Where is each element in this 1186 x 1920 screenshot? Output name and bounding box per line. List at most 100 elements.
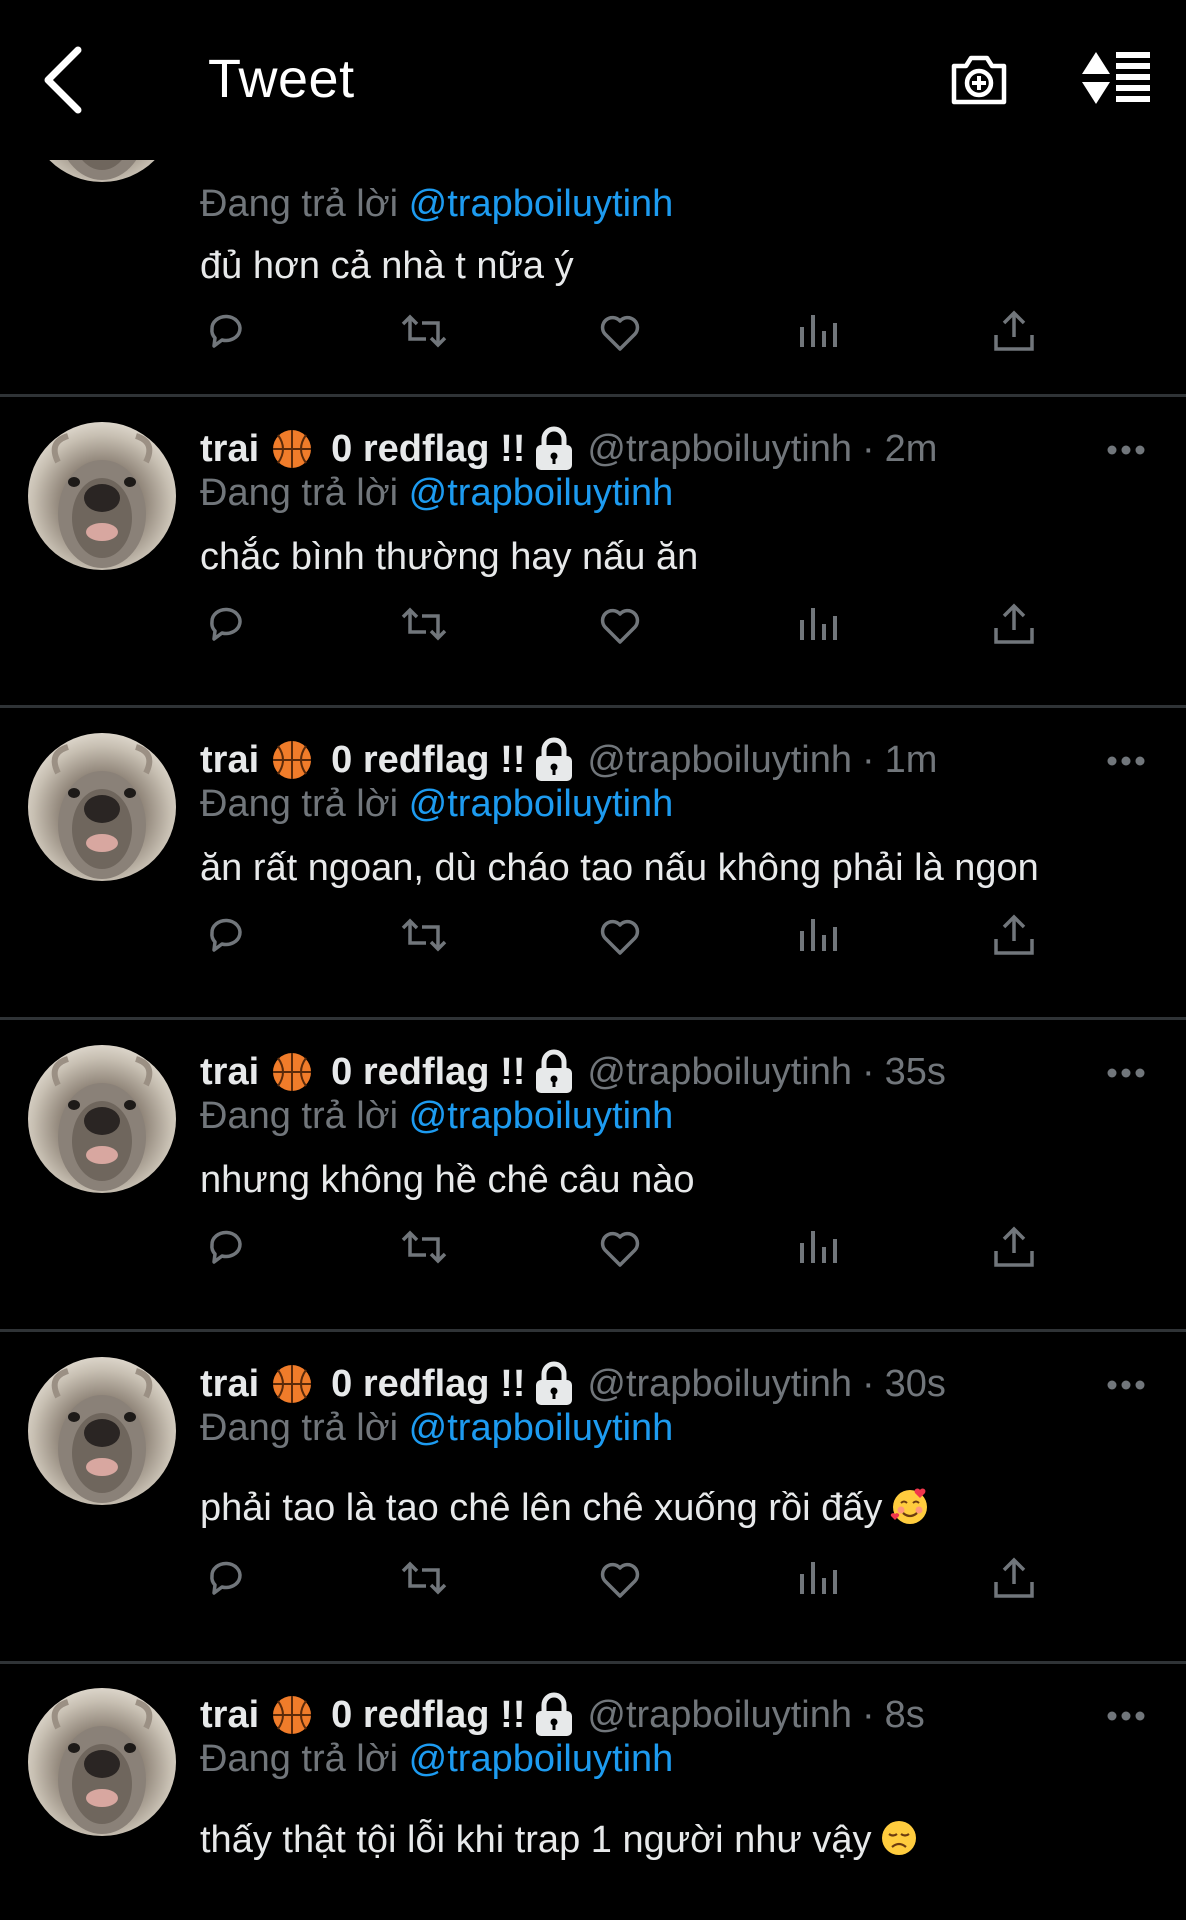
reply-handle-link[interactable]: @trapboiluytinh xyxy=(409,183,674,225)
author-handle[interactable]: @trapboiluytinh xyxy=(587,428,852,471)
views-icon xyxy=(800,919,837,951)
reply-button[interactable] xyxy=(202,600,250,648)
basketball-emoji-icon xyxy=(273,1053,312,1091)
tweet-timestamp[interactable]: 8s xyxy=(885,1694,925,1737)
tweet-timestamp[interactable]: 1m xyxy=(885,739,938,782)
share-icon xyxy=(994,310,1034,351)
retweet-button[interactable] xyxy=(400,911,448,959)
lock-icon xyxy=(536,1049,573,1093)
author-handle[interactable]: @trapboiluytinh xyxy=(587,1051,852,1094)
camera-button[interactable] xyxy=(948,48,1010,110)
retweet-button[interactable] xyxy=(400,307,448,355)
reply-icon xyxy=(210,1561,242,1595)
tweet-timestamp[interactable]: 35s xyxy=(885,1051,946,1094)
like-button[interactable] xyxy=(596,307,644,355)
tweet-timestamp[interactable]: 2m xyxy=(885,428,938,471)
avatar[interactable] xyxy=(28,1045,176,1193)
more-options-button[interactable] xyxy=(1106,1066,1146,1080)
reply-handle-link[interactable]: @trapboiluytinh xyxy=(409,472,674,514)
avatar[interactable] xyxy=(28,422,176,570)
share-icon xyxy=(994,603,1034,644)
share-button[interactable] xyxy=(990,911,1038,959)
display-name-part2[interactable]: 0 redflag !! xyxy=(331,1051,525,1094)
display-name-part1[interactable]: trai xyxy=(200,1051,259,1094)
basketball-emoji-icon xyxy=(273,1696,312,1734)
share-button[interactable] xyxy=(990,1223,1038,1271)
author-line: trai 0 redflag !! @trapboiluytinh · 1m xyxy=(200,735,937,785)
views-button[interactable] xyxy=(794,1223,842,1271)
reply-button[interactable] xyxy=(202,1223,250,1271)
sort-button[interactable] xyxy=(1080,48,1152,110)
back-button[interactable] xyxy=(40,44,86,116)
reply-handle-link[interactable]: @trapboiluytinh xyxy=(409,783,674,825)
reply-to-line: Đang trả lời @trapboiluytinh xyxy=(200,472,673,515)
reply-button[interactable] xyxy=(202,911,250,959)
tweet-item[interactable]: trai 0 redflag !! @trapboiluytinh · 8s Đang … xyxy=(0,1664,1186,1920)
tweet-text: thấy thật tội lỗi khi trap 1 người như v… xyxy=(200,1818,919,1862)
retweet-icon xyxy=(401,1230,447,1264)
display-name-part2[interactable]: 0 redflag !! xyxy=(331,1694,525,1737)
reply-prefix: Đang trả lời xyxy=(200,1407,399,1449)
display-name-part1[interactable]: trai xyxy=(200,428,259,471)
display-name-part1[interactable]: trai xyxy=(200,739,259,782)
smiling-face-with-hearts-emoji xyxy=(891,1488,928,1524)
author-line: trai 0 redflag !! @trapboiluytinh · 30s xyxy=(200,1359,946,1409)
avatar[interactable] xyxy=(28,1357,176,1505)
separator-dot: · xyxy=(862,738,875,781)
more-options-button[interactable] xyxy=(1106,443,1146,457)
retweet-button[interactable] xyxy=(400,1223,448,1271)
more-options-button[interactable] xyxy=(1106,1378,1146,1392)
reply-button[interactable] xyxy=(202,307,250,355)
like-icon xyxy=(600,919,640,955)
tweet-text: chắc bình thường hay nấu ăn xyxy=(200,536,699,578)
tweet-item[interactable]: trai 0 redflag !! @trapboiluytinh · 1m Đang … xyxy=(0,708,1186,1017)
retweet-icon xyxy=(401,314,447,348)
reply-handle-link[interactable]: @trapboiluytinh xyxy=(409,1095,674,1137)
more-options-button[interactable] xyxy=(1106,1709,1146,1723)
views-button[interactable] xyxy=(794,1554,842,1602)
display-name-part2[interactable]: 0 redflag !! xyxy=(331,739,525,782)
share-button[interactable] xyxy=(990,1554,1038,1602)
display-name-part2[interactable]: 0 redflag !! xyxy=(331,1363,525,1406)
tweet-item[interactable]: Đang trả lời @trapboiluytinh đủ hơn cả n… xyxy=(0,160,1186,357)
action-bar xyxy=(0,307,1186,357)
action-bar xyxy=(0,1223,1186,1273)
more-options-button[interactable] xyxy=(1106,754,1146,768)
views-button[interactable] xyxy=(794,911,842,959)
tweet-text-content: thấy thật tội lỗi khi trap 1 người như v… xyxy=(200,1819,872,1861)
share-button[interactable] xyxy=(990,307,1038,355)
author-handle[interactable]: @trapboiluytinh xyxy=(587,1694,852,1737)
tweet-item[interactable]: trai 0 redflag !! @trapboiluytinh · 2m Đang … xyxy=(0,397,1186,705)
like-icon xyxy=(600,1231,640,1267)
reply-button[interactable] xyxy=(202,1554,250,1602)
display-name-part2[interactable]: 0 redflag !! xyxy=(331,428,525,471)
author-handle[interactable]: @trapboiluytinh xyxy=(587,739,852,782)
reply-prefix: Đang trả lời xyxy=(200,472,399,514)
reply-handle-link[interactable]: @trapboiluytinh xyxy=(409,1738,674,1780)
display-name-part1[interactable]: trai xyxy=(200,1694,259,1737)
like-button[interactable] xyxy=(596,600,644,648)
reply-prefix: Đang trả lời xyxy=(200,1738,399,1780)
retweet-button[interactable] xyxy=(400,1554,448,1602)
like-button[interactable] xyxy=(596,1554,644,1602)
share-button[interactable] xyxy=(990,600,1038,648)
like-icon xyxy=(600,1562,640,1598)
author-handle[interactable]: @trapboiluytinh xyxy=(587,1363,852,1406)
avatar[interactable] xyxy=(28,160,176,182)
retweet-button[interactable] xyxy=(400,600,448,648)
tweet-item[interactable]: trai 0 redflag !! @trapboiluytinh · 35s Đang… xyxy=(0,1020,1186,1329)
reply-handle-link[interactable]: @trapboiluytinh xyxy=(409,1407,674,1449)
dog-photo-icon xyxy=(51,1368,153,1503)
dog-photo-icon xyxy=(51,744,153,879)
avatar[interactable] xyxy=(28,1688,176,1836)
like-button[interactable] xyxy=(596,911,644,959)
display-name-part1[interactable]: trai xyxy=(200,1363,259,1406)
tweet-timestamp[interactable]: 30s xyxy=(885,1363,946,1406)
reply-icon xyxy=(210,607,242,641)
views-button[interactable] xyxy=(794,307,842,355)
avatar[interactable] xyxy=(28,733,176,881)
tweet-item[interactable]: trai 0 redflag !! @trapboiluytinh · 30s Đang… xyxy=(0,1332,1186,1661)
lock-icon xyxy=(536,426,573,470)
like-button[interactable] xyxy=(596,1223,644,1271)
views-button[interactable] xyxy=(794,600,842,648)
